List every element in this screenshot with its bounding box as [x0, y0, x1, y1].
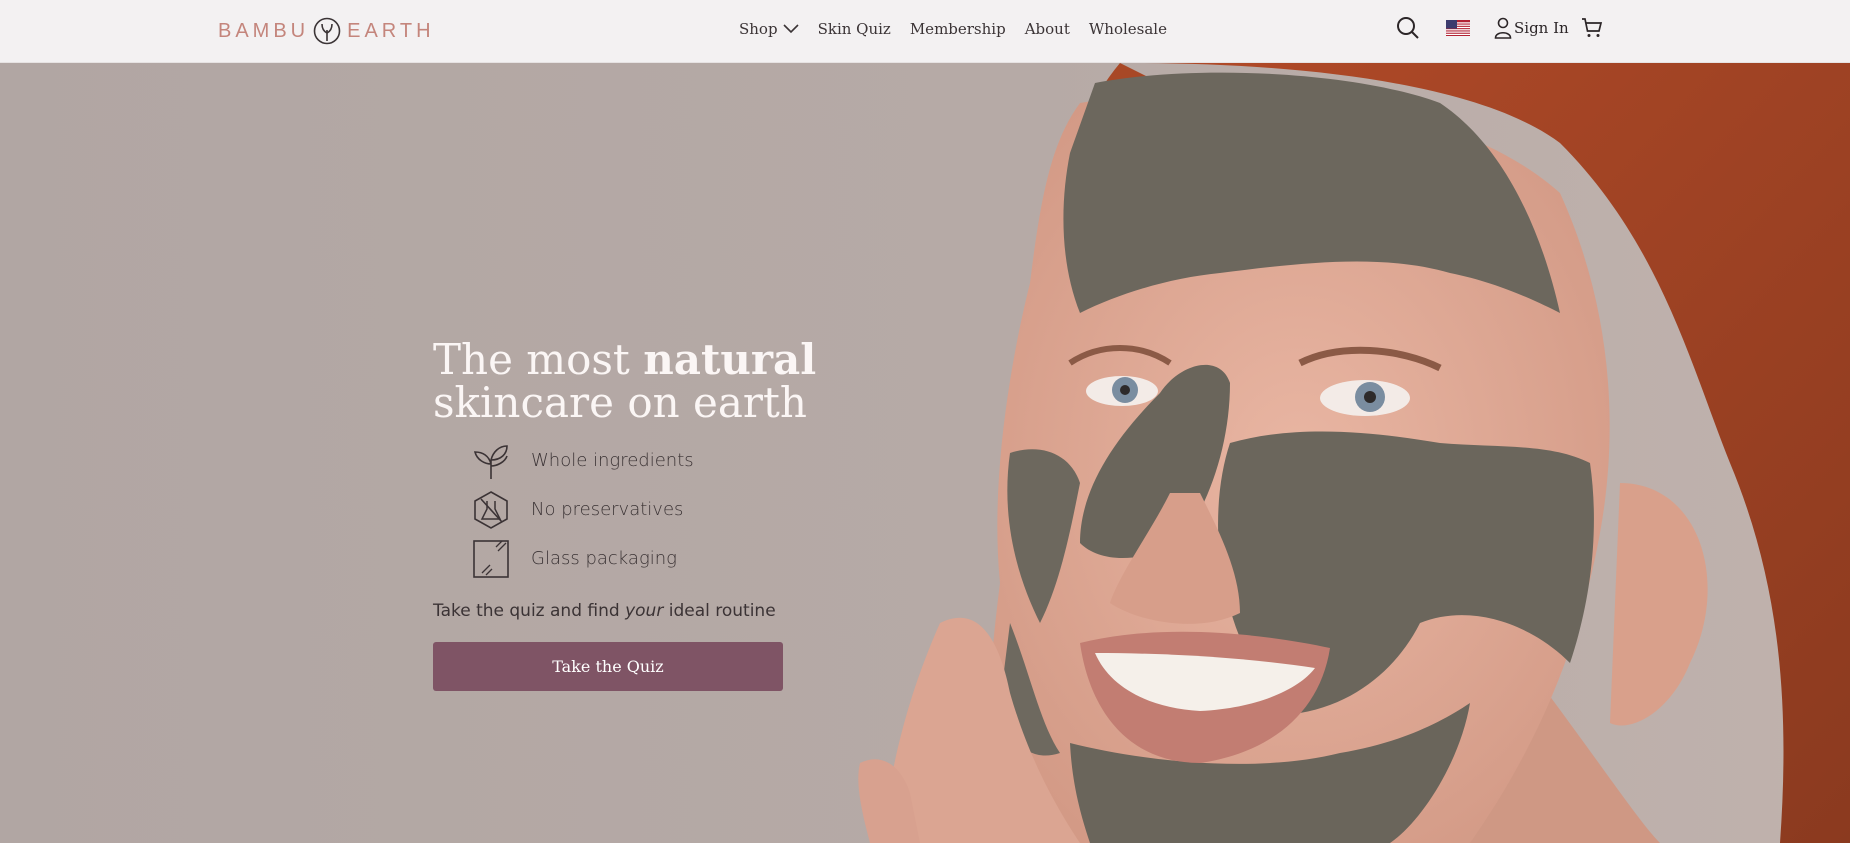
sign-in-link[interactable]: Sign In — [1494, 17, 1569, 39]
brand-logo[interactable]: BAMBU EARTH — [218, 15, 435, 47]
main-nav: Shop Skin Quiz Membership About Wholesal… — [739, 20, 1186, 38]
feature-label: Whole ingredients — [531, 450, 694, 471]
no-preservatives-icon — [471, 490, 511, 530]
nav-skin-quiz[interactable]: Skin Quiz — [818, 20, 891, 38]
us-flag-icon[interactable] — [1446, 20, 1470, 36]
tagline-emphasis: your — [625, 601, 664, 621]
logo-text-left: BAMBU — [218, 19, 310, 42]
glass-jar-icon — [471, 539, 511, 579]
hero-copy: The most natural skincare on earth Whole… — [433, 338, 853, 691]
user-icon — [1494, 17, 1512, 39]
feature-label: Glass packaging — [531, 548, 677, 569]
nav-about[interactable]: About — [1025, 20, 1070, 38]
feature-item: Whole ingredients — [471, 436, 853, 485]
sprout-icon — [471, 441, 511, 481]
feature-item: Glass packaging — [471, 534, 853, 583]
nav-membership[interactable]: Membership — [910, 20, 1006, 38]
headline-light: The most — [433, 335, 630, 384]
nav-shop-label: Shop — [739, 20, 778, 38]
header-tools: Sign In — [1396, 16, 1603, 40]
hero-headline: The most natural skincare on earth — [433, 338, 853, 424]
feature-item: No preservatives — [471, 485, 853, 534]
take-quiz-button[interactable]: Take the Quiz — [433, 642, 783, 691]
search-icon[interactable] — [1396, 16, 1420, 40]
cart-icon[interactable] — [1581, 18, 1603, 38]
hero-tagline: Take the quiz and find your ideal routin… — [433, 601, 853, 621]
hero-section: The most natural skincare on earth Whole… — [0, 63, 1850, 843]
nav-shop[interactable]: Shop — [739, 20, 799, 38]
feature-label: No preservatives — [531, 499, 684, 520]
headline-bold: natural — [643, 335, 817, 384]
logo-leaf-icon — [313, 17, 341, 45]
headline-line-2: skincare on earth — [433, 378, 807, 427]
tagline-before: Take the quiz and find — [433, 601, 620, 621]
tagline-after: ideal routine — [668, 601, 776, 621]
site-header: BAMBU EARTH Shop Skin Quiz Membership Ab… — [0, 0, 1850, 63]
hero-image-woman-clay-mask — [0, 63, 1850, 843]
nav-wholesale[interactable]: Wholesale — [1089, 20, 1167, 38]
chevron-down-icon — [783, 24, 799, 34]
feature-list: Whole ingredients No preservatives Glass… — [433, 436, 853, 583]
logo-text-right: EARTH — [347, 19, 435, 42]
sign-in-label: Sign In — [1514, 19, 1569, 37]
